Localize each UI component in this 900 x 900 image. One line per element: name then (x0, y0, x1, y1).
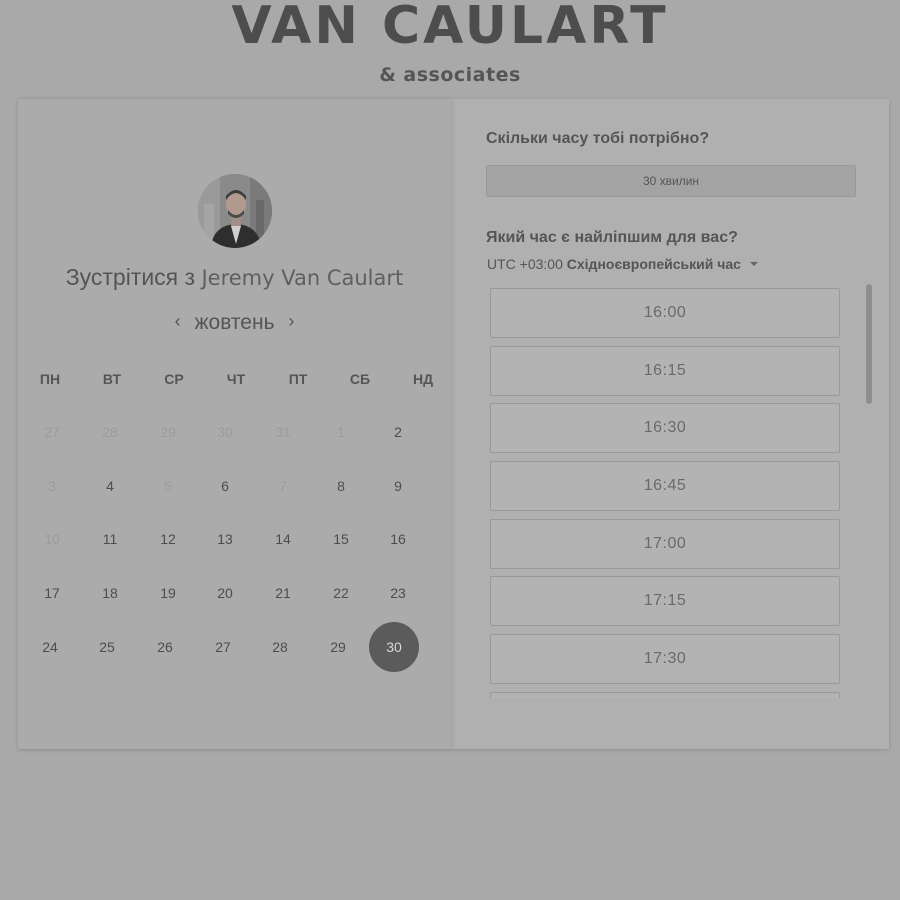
timezone-name: Східноєвропейський час (566, 256, 741, 272)
host-avatar (198, 174, 272, 248)
timezone-selector[interactable]: UTC +03:00 Східноєвропейський час (487, 256, 758, 272)
calendar-day[interactable]: 17 (27, 568, 77, 618)
weekday-label: СБ (349, 371, 371, 387)
calendar-day[interactable]: 12 (143, 514, 193, 564)
host-photo (198, 174, 272, 248)
calendar-day: 31 (275, 424, 291, 440)
calendar-day[interactable]: 4 (85, 461, 135, 511)
host-name: Jeremy Van Caulart (201, 266, 404, 290)
calendar-day[interactable]: 6 (200, 461, 250, 511)
calendar-day[interactable]: 11 (85, 514, 135, 564)
time-slot-list: 16:00 16:15 16:30 16:45 17:00 17:15 17:3… (490, 288, 842, 698)
calendar-day: 28 (102, 424, 118, 440)
calendar-day[interactable]: 8 (316, 461, 366, 511)
weekday-label: ПТ (288, 371, 308, 387)
time-slot-button[interactable]: 17:30 (490, 634, 840, 684)
weekday-label: ВТ (102, 371, 122, 387)
calendar-day[interactable]: 24 (25, 622, 75, 672)
weekday-label: ПН (39, 371, 61, 387)
brand-logo-subtitle: & associates (379, 64, 521, 86)
meeting-title: Зустрітися з Jeremy Van Caulart (18, 264, 451, 291)
weekday-label: ЧТ (226, 371, 246, 387)
time-slot-button[interactable]: 17:15 (490, 576, 840, 626)
calendar-day[interactable]: 29 (313, 622, 363, 672)
calendar-day[interactable]: 18 (85, 568, 135, 618)
calendar-day: 29 (160, 424, 176, 440)
calendar-day: 3 (48, 478, 56, 494)
calendar-day: 10 (44, 531, 60, 547)
next-month-chevron-icon[interactable]: › (280, 311, 302, 332)
calendar-day[interactable]: 27 (198, 622, 248, 672)
time-slot-button[interactable] (490, 692, 840, 698)
calendar-day[interactable]: 26 (140, 622, 190, 672)
calendar-day: 5 (164, 478, 172, 494)
caret-down-icon (749, 262, 758, 266)
brand-logo-name: VAN CAULART (231, 0, 669, 56)
calendar-day: 7 (279, 478, 287, 494)
timezone-offset: UTC +03:00 (487, 256, 563, 272)
calendar-day[interactable]: 23 (373, 568, 423, 618)
booking-card: Зустрітися з Jeremy Van Caulart ‹ жовтен… (18, 99, 889, 749)
booking-panel: Скільки часу тобі потрібно? 30 хвилин Як… (486, 99, 886, 749)
calendar-day-selected[interactable]: 30 (369, 622, 419, 672)
calendar-day[interactable]: 16 (373, 514, 423, 564)
time-slot-button[interactable]: 16:00 (490, 288, 840, 338)
calendar-panel: Зустрітися з Jeremy Van Caulart ‹ жовтен… (18, 99, 451, 749)
calendar-day[interactable]: 20 (200, 568, 250, 618)
meeting-title-prefix: Зустрітися з (65, 264, 196, 290)
duration-select[interactable]: 30 хвилин (486, 165, 856, 197)
weekday-label: СР (164, 371, 184, 387)
calendar-day[interactable]: 21 (258, 568, 308, 618)
prev-month-chevron-icon[interactable]: ‹ (167, 311, 189, 332)
calendar-day[interactable]: 13 (200, 514, 250, 564)
calendar-day[interactable]: 15 (316, 514, 366, 564)
calendar-day[interactable]: 22 (316, 568, 366, 618)
weekday-label: НД (412, 371, 434, 387)
duration-question: Скільки часу тобі потрібно? (486, 130, 710, 147)
calendar-day: 27 (44, 424, 60, 440)
calendar-day[interactable]: 28 (255, 622, 305, 672)
time-slot-button[interactable]: 16:30 (490, 403, 840, 453)
time-slot-button[interactable]: 16:45 (490, 461, 840, 511)
month-navigator: ‹ жовтень › (18, 311, 451, 335)
time-slot-button[interactable]: 16:15 (490, 346, 840, 396)
calendar-day[interactable]: 25 (82, 622, 132, 672)
time-question: Який час є найліпшим для вас? (486, 229, 738, 246)
current-month-label: жовтень (194, 311, 275, 334)
calendar-day[interactable]: 9 (373, 461, 423, 511)
calendar-day[interactable]: 14 (258, 514, 308, 564)
time-slot-button[interactable]: 17:00 (490, 519, 840, 569)
calendar-day: 1 (337, 424, 345, 440)
calendar-day[interactable]: 2 (373, 407, 423, 457)
calendar-day: 30 (217, 424, 233, 440)
calendar-day[interactable]: 19 (143, 568, 193, 618)
time-slot-scrollbar[interactable] (866, 284, 872, 404)
